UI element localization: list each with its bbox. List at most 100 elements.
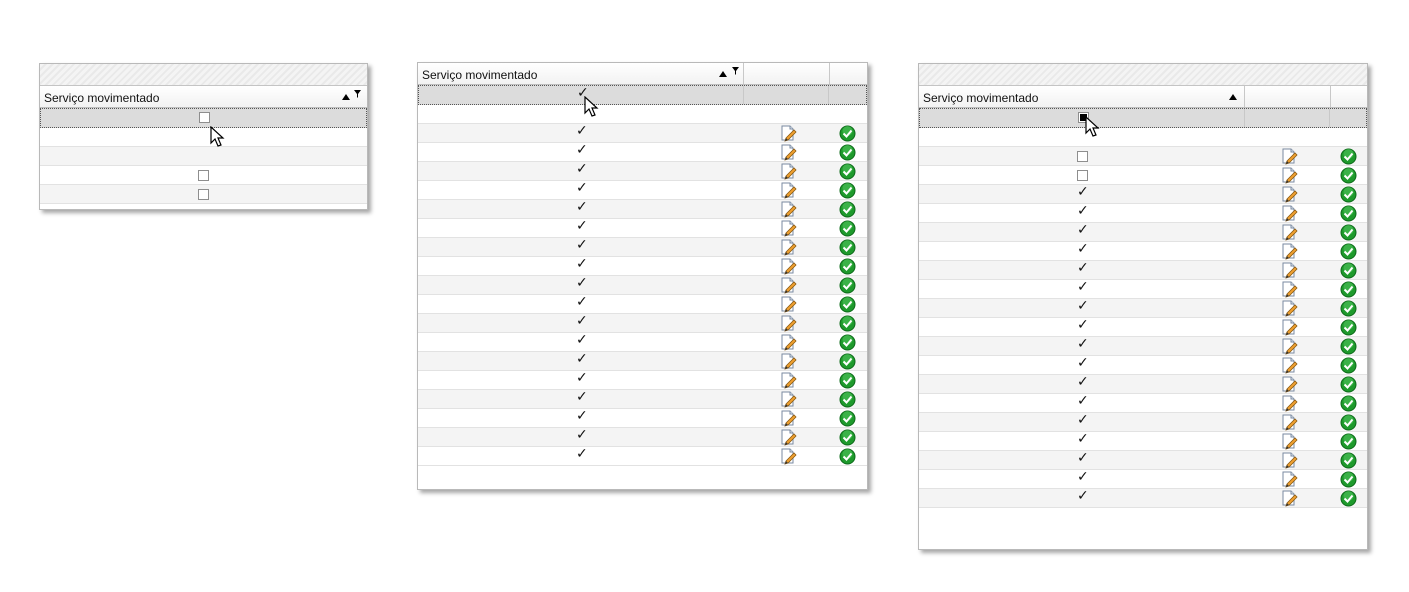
table-row[interactable]: ✓ bbox=[418, 257, 867, 276]
row-check-icon[interactable]: ✓ bbox=[1077, 242, 1090, 257]
edit-document-icon[interactable] bbox=[779, 391, 797, 408]
edit-document-icon[interactable] bbox=[779, 258, 797, 275]
row-check-icon[interactable]: ✓ bbox=[576, 124, 589, 139]
table-row[interactable]: ✓ bbox=[418, 143, 867, 162]
edit-document-icon[interactable] bbox=[1280, 148, 1298, 165]
edit-document-icon[interactable] bbox=[779, 182, 797, 199]
edit-document-icon[interactable] bbox=[1280, 414, 1298, 431]
row-check-icon[interactable]: ✓ bbox=[1077, 337, 1090, 352]
edit-document-icon[interactable] bbox=[1280, 452, 1298, 469]
column-header-servico[interactable]: Serviço movimentado bbox=[919, 86, 1245, 107]
sort-ascending-icon[interactable] bbox=[719, 71, 727, 77]
row-check-icon[interactable]: ✓ bbox=[1077, 413, 1090, 428]
green-check-icon[interactable] bbox=[839, 182, 857, 199]
table-row[interactable]: ✓ bbox=[919, 185, 1367, 204]
green-check-icon[interactable] bbox=[839, 201, 857, 218]
table-row[interactable]: ✓ bbox=[919, 242, 1367, 261]
table-row[interactable] bbox=[40, 166, 367, 185]
filter-icon[interactable] bbox=[354, 90, 361, 98]
row-check-icon[interactable]: ✓ bbox=[1077, 432, 1090, 447]
edit-document-icon[interactable] bbox=[1280, 357, 1298, 374]
green-check-icon[interactable] bbox=[1340, 471, 1358, 488]
green-check-icon[interactable] bbox=[1340, 433, 1358, 450]
filter-checkbox[interactable] bbox=[199, 112, 210, 123]
table-row[interactable]: ✓ bbox=[919, 204, 1367, 223]
table-row[interactable]: ✓ bbox=[919, 223, 1367, 242]
edit-document-icon[interactable] bbox=[1280, 471, 1298, 488]
row-check-icon[interactable]: ✓ bbox=[1077, 204, 1090, 219]
green-check-icon[interactable] bbox=[1340, 376, 1358, 393]
table-row[interactable]: ✓ bbox=[418, 295, 867, 314]
edit-document-icon[interactable] bbox=[1280, 319, 1298, 336]
table-row[interactable] bbox=[919, 166, 1367, 185]
sort-ascending-icon[interactable] bbox=[342, 94, 350, 100]
table-row[interactable]: ✓ bbox=[919, 413, 1367, 432]
row-check-icon[interactable]: ✓ bbox=[1077, 185, 1090, 200]
green-check-icon[interactable] bbox=[839, 144, 857, 161]
edit-document-icon[interactable] bbox=[779, 429, 797, 446]
row-checkbox[interactable] bbox=[1077, 170, 1088, 181]
table-row[interactable]: ✓ bbox=[919, 318, 1367, 337]
edit-document-icon[interactable] bbox=[779, 334, 797, 351]
green-check-icon[interactable] bbox=[1340, 452, 1358, 469]
edit-document-icon[interactable] bbox=[779, 277, 797, 294]
row-check-icon[interactable]: ✓ bbox=[576, 371, 589, 386]
table-row[interactable] bbox=[40, 185, 367, 204]
row-check-icon[interactable]: ✓ bbox=[1077, 470, 1090, 485]
row-check-icon[interactable]: ✓ bbox=[576, 162, 589, 177]
table-row[interactable]: ✓ bbox=[919, 280, 1367, 299]
green-check-icon[interactable] bbox=[1340, 319, 1358, 336]
table-row[interactable]: ✓ bbox=[919, 356, 1367, 375]
row-check-icon[interactable]: ✓ bbox=[1077, 318, 1090, 333]
green-check-icon[interactable] bbox=[1340, 490, 1358, 507]
edit-document-icon[interactable] bbox=[1280, 338, 1298, 355]
table-row[interactable]: ✓ bbox=[418, 371, 867, 390]
edit-document-icon[interactable] bbox=[1280, 300, 1298, 317]
table-row[interactable]: ✓ bbox=[919, 451, 1367, 470]
edit-document-icon[interactable] bbox=[779, 201, 797, 218]
row-check-icon[interactable]: ✓ bbox=[576, 219, 589, 234]
green-check-icon[interactable] bbox=[839, 429, 857, 446]
row-check-icon[interactable]: ✓ bbox=[576, 238, 589, 253]
row-check-icon[interactable]: ✓ bbox=[1077, 299, 1090, 314]
table-row[interactable]: ✓ bbox=[418, 447, 867, 466]
table-row[interactable]: ✓ bbox=[418, 409, 867, 428]
row-check-icon[interactable]: ✓ bbox=[1077, 280, 1090, 295]
table-row[interactable]: ✓ bbox=[418, 428, 867, 447]
table-row[interactable]: ✓ bbox=[418, 314, 867, 333]
column-header-servico[interactable]: Serviço movimentado bbox=[418, 63, 744, 84]
edit-document-icon[interactable] bbox=[779, 239, 797, 256]
row-check-icon[interactable]: ✓ bbox=[576, 409, 589, 424]
green-check-icon[interactable] bbox=[1340, 167, 1358, 184]
row-check-icon[interactable]: ✓ bbox=[576, 447, 589, 462]
green-check-icon[interactable] bbox=[839, 334, 857, 351]
edit-document-icon[interactable] bbox=[779, 125, 797, 142]
edit-document-icon[interactable] bbox=[779, 315, 797, 332]
green-check-icon[interactable] bbox=[839, 239, 857, 256]
sort-ascending-icon[interactable] bbox=[1229, 94, 1237, 100]
green-check-icon[interactable] bbox=[839, 315, 857, 332]
green-check-icon[interactable] bbox=[1340, 186, 1358, 203]
table-row[interactable]: ✓ bbox=[919, 337, 1367, 356]
table-row[interactable]: ✓ bbox=[418, 390, 867, 409]
green-check-icon[interactable] bbox=[839, 277, 857, 294]
green-check-icon[interactable] bbox=[839, 353, 857, 370]
row-checkbox[interactable] bbox=[1077, 151, 1088, 162]
table-row[interactable]: ✓ bbox=[418, 238, 867, 257]
table-row[interactable] bbox=[40, 128, 367, 147]
edit-document-icon[interactable] bbox=[1280, 167, 1298, 184]
row-check-icon[interactable]: ✓ bbox=[576, 428, 589, 443]
edit-document-icon[interactable] bbox=[1280, 490, 1298, 507]
table-row[interactable]: ✓ bbox=[919, 299, 1367, 318]
row-check-icon[interactable]: ✓ bbox=[576, 257, 589, 272]
green-check-icon[interactable] bbox=[839, 220, 857, 237]
column-header-edit[interactable] bbox=[744, 63, 830, 84]
table-row[interactable]: ✓ bbox=[919, 394, 1367, 413]
table-row[interactable]: ✓ bbox=[919, 432, 1367, 451]
edit-document-icon[interactable] bbox=[1280, 433, 1298, 450]
edit-document-icon[interactable] bbox=[779, 144, 797, 161]
green-check-icon[interactable] bbox=[1340, 262, 1358, 279]
row-check-icon[interactable]: ✓ bbox=[1077, 223, 1090, 238]
green-check-icon[interactable] bbox=[839, 125, 857, 142]
table-row[interactable]: ✓ bbox=[418, 352, 867, 371]
